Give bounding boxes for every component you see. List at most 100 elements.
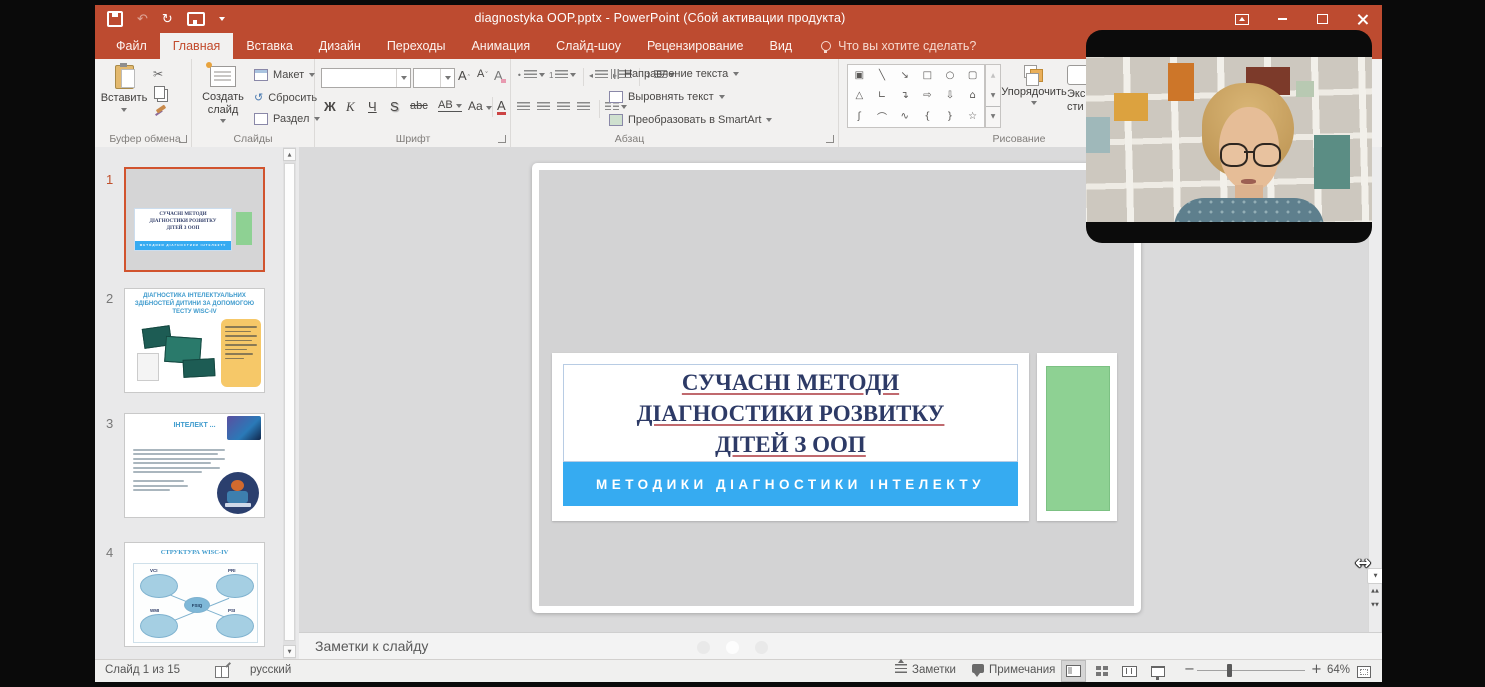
bold-button[interactable]: Ж bbox=[324, 99, 336, 114]
zoom-slider[interactable] bbox=[1197, 670, 1305, 671]
tab-file[interactable]: Файл bbox=[103, 33, 160, 59]
zoom-in-button[interactable]: + bbox=[1311, 662, 1322, 677]
align-left-button[interactable] bbox=[517, 102, 530, 112]
shape-rectangle-icon[interactable]: □ bbox=[916, 65, 939, 86]
align-right-button[interactable] bbox=[557, 102, 570, 112]
shape-arrow-icon[interactable]: ↘ bbox=[893, 65, 916, 86]
shape-arc-icon[interactable]: ⌒ bbox=[871, 106, 894, 127]
font-size-combo[interactable] bbox=[413, 68, 455, 88]
align-text-button[interactable]: Выровнять текст bbox=[609, 91, 725, 103]
zoom-slider-thumb[interactable] bbox=[1227, 664, 1232, 677]
shape-triangle-icon[interactable]: △ bbox=[848, 86, 871, 107]
columns-button[interactable] bbox=[605, 102, 627, 112]
arrange-button[interactable]: Упорядочить bbox=[1005, 61, 1063, 105]
shape-left-brace-icon[interactable]: { bbox=[916, 106, 939, 127]
text-shadow-button[interactable]: S bbox=[390, 99, 399, 114]
gallery-expand-icon[interactable]: ▼ bbox=[986, 106, 1000, 127]
shrink-font-button[interactable]: Аˇ bbox=[477, 68, 488, 80]
shape-elbow-connector-icon[interactable]: ∟ bbox=[871, 86, 894, 107]
webcam-overlay[interactable] bbox=[1086, 30, 1372, 243]
shape-freeform-icon[interactable]: ʃ bbox=[848, 106, 871, 127]
tell-me-box[interactable]: Что вы хотите сделать? bbox=[805, 33, 976, 59]
shapes-gallery[interactable]: ▣ ╲ ↘ □ ○ ▢ △ ∟ ↴ ⇨ ⇩ ⌂ ʃ ⌒ ∿ { } ☆ bbox=[847, 64, 985, 128]
spellcheck-button[interactable] bbox=[215, 666, 229, 681]
grow-font-button[interactable]: Аˆ bbox=[458, 68, 470, 83]
zoom-level[interactable]: 64% bbox=[1327, 664, 1350, 676]
thumbnail-scroll-down-button[interactable]: ▼ bbox=[283, 645, 296, 658]
shape-pentagon-icon[interactable]: ⌂ bbox=[961, 86, 984, 107]
font-name-combo[interactable] bbox=[321, 68, 411, 88]
shape-down-arrow-icon[interactable]: ⇩ bbox=[939, 86, 962, 107]
numbering-button[interactable]: 1 bbox=[549, 70, 576, 80]
view-slide-sorter-button[interactable] bbox=[1089, 660, 1114, 682]
bullets-button[interactable]: • bbox=[517, 70, 545, 80]
thumbnail-slide-3[interactable]: ІНТЕЛЕКТ ... bbox=[124, 413, 265, 518]
shape-right-arrow-icon[interactable]: ⇨ bbox=[916, 86, 939, 107]
thumbnail-slide-1[interactable]: СУЧАСНІ МЕТОДИ ДІАГНОСТИКИ РОЗВИТКУ ДІТЕ… bbox=[124, 167, 265, 272]
decrease-indent-button[interactable]: ◂ bbox=[589, 70, 608, 80]
shape-oval-icon[interactable]: ○ bbox=[939, 65, 962, 86]
clear-formatting-button[interactable]: А bbox=[494, 68, 506, 83]
fit-slide-button[interactable] bbox=[1357, 666, 1371, 681]
slide-editor[interactable]: СУЧАСНІ МЕТОДИ ДІАГНОСТИКИ РОЗВИТКУ ДІТЕ… bbox=[532, 163, 1141, 613]
tab-animations[interactable]: Анимация bbox=[458, 33, 543, 59]
notes-toggle-button[interactable]: Заметки bbox=[895, 664, 956, 676]
italic-button[interactable]: К bbox=[346, 99, 355, 115]
tab-view[interactable]: Вид bbox=[756, 33, 805, 59]
paragraph-dialog-launcher[interactable] bbox=[826, 135, 834, 143]
slide-title-block[interactable]: СУЧАСНІ МЕТОДИ ДІАГНОСТИКИ РОЗВИТКУ ДІТЕ… bbox=[552, 353, 1029, 521]
strikethrough-button[interactable]: abc bbox=[410, 100, 428, 112]
shape-curve-icon[interactable]: ∿ bbox=[893, 106, 916, 127]
reset-button[interactable]: ↺Сбросить bbox=[254, 91, 317, 104]
view-normal-button[interactable] bbox=[1061, 660, 1086, 682]
gallery-scroll-down-icon[interactable]: ▼ bbox=[986, 85, 1000, 105]
tab-slideshow[interactable]: Слайд-шоу bbox=[543, 33, 634, 59]
shape-right-brace-icon[interactable]: } bbox=[939, 106, 962, 127]
underline-button[interactable]: Ч bbox=[368, 99, 377, 114]
tab-home[interactable]: Главная bbox=[160, 33, 234, 59]
clipboard-dialog-launcher[interactable] bbox=[179, 135, 187, 143]
tab-transitions[interactable]: Переходы bbox=[374, 33, 459, 59]
new-slide-button[interactable]: Создать слайд bbox=[196, 61, 250, 123]
language-indicator[interactable]: русский bbox=[250, 664, 291, 676]
minimize-button[interactable] bbox=[1262, 5, 1302, 33]
notes-placeholder[interactable]: Заметки к слайду bbox=[315, 638, 428, 654]
font-color-button[interactable]: А bbox=[497, 99, 506, 115]
slide-green-panel[interactable] bbox=[1037, 353, 1117, 521]
slide-title-placeholder[interactable]: СУЧАСНІ МЕТОДИ ДІАГНОСТИКИ РОЗВИТКУ ДІТЕ… bbox=[563, 364, 1018, 462]
tab-review[interactable]: Рецензирование bbox=[634, 33, 757, 59]
comments-toggle-button[interactable]: Примечания bbox=[972, 664, 1055, 676]
next-slide-button[interactable]: ▼▼ bbox=[1370, 603, 1380, 607]
tab-design[interactable]: Дизайн bbox=[306, 33, 374, 59]
gallery-scroll-up-icon[interactable]: ▲ bbox=[986, 65, 1000, 85]
change-case-button[interactable]: Aa bbox=[468, 99, 492, 113]
thumbnail-scroll-up-button[interactable]: ▲ bbox=[283, 148, 296, 161]
thumbnail-scrollbar-thumb[interactable] bbox=[284, 163, 295, 641]
view-slideshow-button[interactable] bbox=[1145, 660, 1170, 682]
slide-subtitle-bar[interactable]: МЕТОДИКИ ДІАГНОСТИКИ ІНТЕЛЕКТУ bbox=[563, 462, 1018, 506]
section-button[interactable]: Раздел bbox=[254, 113, 320, 125]
previous-slide-button[interactable]: ▲▲ bbox=[1370, 589, 1380, 593]
convert-smartart-button[interactable]: Преобразовать в SmartArt bbox=[609, 114, 772, 126]
thumbnail-slide-4[interactable]: СТРУКТУРА WISC-IV VCI PRI WMI PSI FSIQ bbox=[124, 542, 265, 647]
align-center-button[interactable] bbox=[537, 102, 550, 112]
justify-button[interactable] bbox=[577, 102, 590, 112]
shape-elbow-arrow-icon[interactable]: ↴ bbox=[893, 86, 916, 107]
zoom-out-button[interactable]: − bbox=[1184, 662, 1195, 677]
close-button[interactable] bbox=[1342, 5, 1382, 33]
tab-insert[interactable]: Вставка bbox=[233, 33, 305, 59]
shape-line-icon[interactable]: ╲ bbox=[871, 65, 894, 86]
shape-star-icon[interactable]: ☆ bbox=[961, 106, 984, 127]
text-direction-button[interactable]: Направление текста bbox=[609, 68, 739, 80]
notes-bar[interactable]: Заметки к слайду bbox=[299, 632, 1382, 660]
slide-green-rectangle[interactable] bbox=[1046, 366, 1110, 511]
thumbnail-slide-2[interactable]: ДІАГНОСТИКА ІНТЕЛЕКТУАЛЬНИХ ЗДІБНОСТЕЙ Д… bbox=[124, 288, 265, 393]
maximize-button[interactable] bbox=[1302, 5, 1342, 33]
format-painter-button[interactable] bbox=[156, 107, 166, 111]
character-spacing-button[interactable]: АВ bbox=[438, 99, 462, 112]
paste-button[interactable]: Вставить bbox=[101, 61, 147, 112]
ribbon-display-options-button[interactable] bbox=[1222, 5, 1262, 33]
cut-button[interactable]: ✂ bbox=[153, 67, 163, 81]
view-reading-button[interactable] bbox=[1117, 660, 1142, 682]
shape-rounded-rectangle-icon[interactable]: ▢ bbox=[961, 65, 984, 86]
